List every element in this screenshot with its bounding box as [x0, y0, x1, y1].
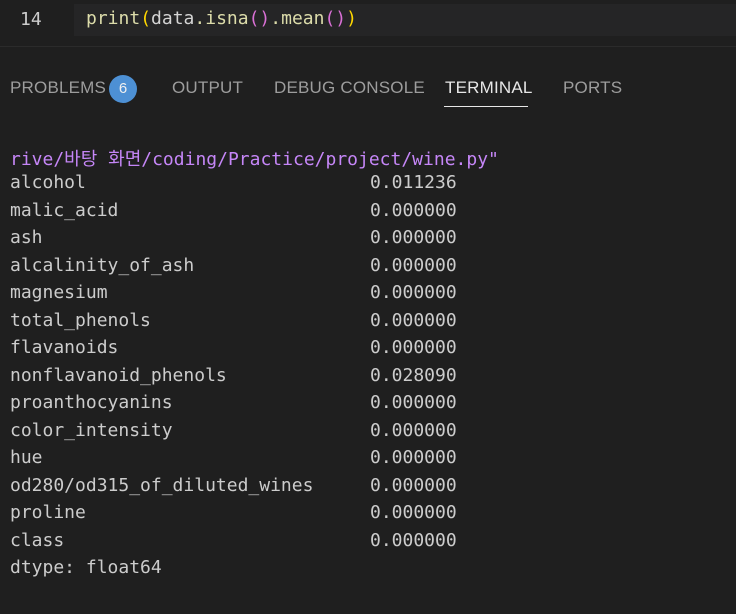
column-name: malic_acid [10, 199, 119, 221]
column-name: proanthocyanins [10, 392, 173, 413]
bottom-panel: PROBLEMS 6 OUTPUT DEBUG CONSOLE TERMINAL… [0, 47, 736, 578]
code-token-paren: () [248, 8, 271, 29]
column-name: flavanoids [10, 337, 119, 358]
column-value: 0.000000 [370, 254, 457, 276]
column-name: hue [10, 447, 43, 468]
column-value: 0.000000 [370, 337, 457, 358]
code-line[interactable]: print(data.isna().mean()) [86, 8, 357, 29]
table-row: alcohol 0.011236 [0, 172, 736, 199]
column-value: 0.000000 [370, 447, 457, 468]
table-row: alcalinity_of_ash 0.000000 [0, 255, 736, 282]
column-value: 0.000000 [370, 529, 457, 551]
column-value: 0.000000 [370, 502, 457, 523]
code-token-method: .mean [270, 8, 325, 29]
column-name: alcalinity_of_ash [10, 254, 195, 276]
table-row: malic_acid 0.000000 [0, 200, 736, 227]
column-name: ash [10, 227, 43, 248]
problems-count-badge: 6 [109, 75, 137, 103]
column-value: 0.000000 [370, 419, 457, 441]
column-name: total_phenols [10, 309, 151, 331]
code-token-paren: ( [140, 8, 152, 29]
column-value: 0.000000 [370, 282, 457, 303]
column-value: 0.000000 [370, 227, 457, 248]
table-row: ash 0.000000 [0, 227, 736, 254]
column-name: alcohol [10, 172, 86, 193]
code-token-method: .isna [194, 8, 249, 29]
panel-tabs: PROBLEMS 6 OUTPUT DEBUG CONSOLE TERMINAL… [0, 47, 736, 121]
column-value: 0.000000 [370, 199, 457, 221]
column-value: 0.028090 [370, 364, 457, 386]
code-token-function: print [86, 8, 141, 29]
code-editor[interactable]: 14 print(data.isna().mean()) [0, 0, 736, 47]
column-value: 0.000000 [370, 309, 457, 331]
terminal-output[interactable]: rive/바탕 화면/coding/Practice/project/wine.… [0, 142, 736, 578]
code-token-paren: () [324, 8, 347, 29]
column-name: proline [10, 502, 86, 523]
column-name: magnesium [10, 282, 108, 303]
table-row: proanthocyanins 0.000000 [0, 392, 736, 419]
table-row: total_phenols 0.000000 [0, 310, 736, 337]
script-path: rive/바탕 화면/coding/Practice/project/wine.… [10, 149, 499, 170]
column-name: od280/od315_of_diluted_wines [10, 474, 314, 496]
tab-debug-console[interactable]: DEBUG CONSOLE [274, 78, 425, 98]
line-number: 14 [20, 9, 42, 30]
code-token-paren: ) [346, 8, 357, 29]
column-value: 0.011236 [370, 172, 457, 193]
active-tab-indicator [444, 106, 528, 107]
table-row: hue 0.000000 [0, 447, 736, 474]
tab-output[interactable]: OUTPUT [172, 78, 243, 98]
tab-ports[interactable]: PORTS [563, 78, 622, 98]
table-row: od280/od315_of_diluted_wines 0.000000 [0, 475, 736, 502]
table-row: magnesium 0.000000 [0, 282, 736, 309]
tab-problems[interactable]: PROBLEMS [10, 78, 106, 98]
column-name: nonflavanoid_phenols [10, 364, 227, 386]
table-row: color_intensity 0.000000 [0, 420, 736, 447]
column-name: class [10, 529, 65, 551]
code-token-variable: data [151, 8, 195, 29]
table-row: class 0.000000 [0, 530, 736, 557]
table-row: nonflavanoid_phenols 0.028090 [0, 365, 736, 392]
column-name: color_intensity [10, 419, 173, 441]
column-value: 0.000000 [370, 474, 457, 496]
column-value: 0.000000 [370, 392, 457, 413]
table-row: flavanoids 0.000000 [0, 337, 736, 364]
tab-terminal[interactable]: TERMINAL [445, 78, 533, 98]
table-row: proline 0.000000 [0, 502, 736, 529]
